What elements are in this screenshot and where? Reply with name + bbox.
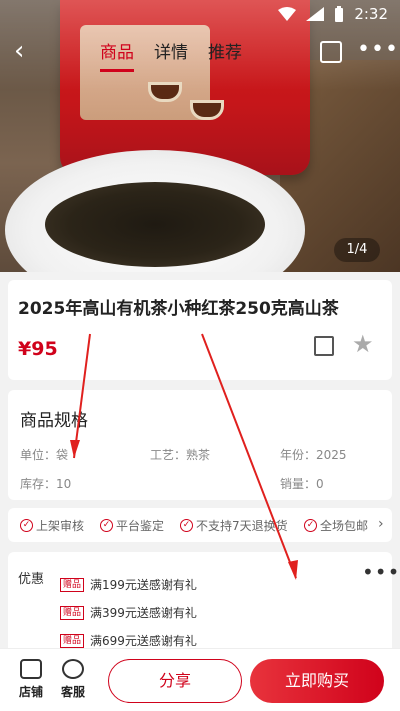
- wifi-icon: [278, 7, 297, 21]
- star-icon[interactable]: ★: [352, 330, 374, 358]
- spec-sales: 销量：0: [280, 477, 324, 491]
- store-icon: [20, 659, 42, 679]
- check-icon: ✓: [180, 519, 193, 532]
- check-icon: ✓: [304, 519, 317, 532]
- promotion-item: 赠品 满699元送感谢有礼: [60, 632, 197, 649]
- check-icon: ✓: [100, 519, 113, 532]
- more-icon[interactable]: •••: [362, 560, 400, 584]
- spec-heading: 商品规格: [20, 411, 88, 431]
- chevron-left-icon[interactable]: ‹: [14, 38, 38, 64]
- spec-unit: 单位：袋: [20, 448, 69, 462]
- spec-stock: 库存：10: [20, 477, 72, 491]
- promotion-label: 优惠: [18, 572, 45, 587]
- spec-process: 工艺：熟茶: [150, 448, 211, 462]
- store-button[interactable]: 店铺: [11, 659, 51, 700]
- product-title: 2025年高山有机茶小种红茶250克高山茶: [18, 299, 339, 319]
- gift-tag: 赠品: [60, 605, 85, 620]
- tea-leaves: [45, 182, 265, 267]
- headset-icon: [62, 659, 84, 679]
- share-button[interactable]: 分享: [108, 659, 242, 703]
- spec-year: 年份：2025: [280, 448, 347, 462]
- status-bar: 2:32: [0, 0, 400, 28]
- signal-icon: [306, 7, 325, 21]
- check-icon: ✓: [20, 519, 33, 532]
- top-nav: ‹ 商品 详情 推荐 •••: [0, 30, 400, 76]
- gift-tag: 赠品: [60, 633, 85, 648]
- service-button[interactable]: 客服: [53, 659, 93, 700]
- gallery-pager: 1/4: [334, 238, 380, 262]
- more-icon[interactable]: •••: [357, 39, 399, 61]
- promotion-card[interactable]: 优惠 ••• 赠品 满199元送感谢有礼 赠品 满399元送感谢有礼 赠品 满6…: [8, 552, 399, 662]
- buy-now-button[interactable]: 立即购买: [250, 659, 384, 703]
- bottom-action-bar: 店铺 客服 分享 立即购买: [0, 648, 400, 711]
- promotion-item: 赠品 满399元送感谢有礼: [60, 604, 197, 621]
- tab-recommend[interactable]: 推荐: [208, 38, 242, 72]
- product-info-card: 2025年高山有机茶小种红茶250克高山茶 ¥95 ★: [8, 280, 392, 380]
- tab-details[interactable]: 详情: [154, 38, 188, 72]
- assurance-item: ✓ 不支持7天退换货: [180, 517, 288, 534]
- assurance-item: ✓ 平台鉴定: [100, 517, 164, 534]
- assurance-bar[interactable]: ✓ 上架审核 ✓ 平台鉴定 ✓ 不支持7天退换货 ✓ 全场包邮 ›: [8, 508, 392, 542]
- spec-card: 商品规格 单位：袋 工艺：熟茶 年份：2025 库存：10 销量：0: [8, 390, 392, 500]
- battery-icon: [335, 6, 344, 22]
- promotion-item: 赠品 满199元送感谢有礼: [60, 576, 197, 593]
- assurance-item: ✓ 全场包邮: [304, 517, 368, 534]
- tab-goods[interactable]: 商品: [100, 38, 134, 72]
- tab-bar: 商品 详情 推荐: [100, 38, 242, 72]
- gift-tag: 赠品: [60, 577, 85, 592]
- share-icon[interactable]: [314, 336, 334, 356]
- product-price: ¥95: [18, 338, 58, 360]
- chevron-right-icon: ›: [378, 516, 384, 532]
- assurance-item: ✓ 上架审核: [20, 517, 84, 534]
- status-time: 2:32: [354, 5, 388, 23]
- share-icon[interactable]: [320, 41, 342, 63]
